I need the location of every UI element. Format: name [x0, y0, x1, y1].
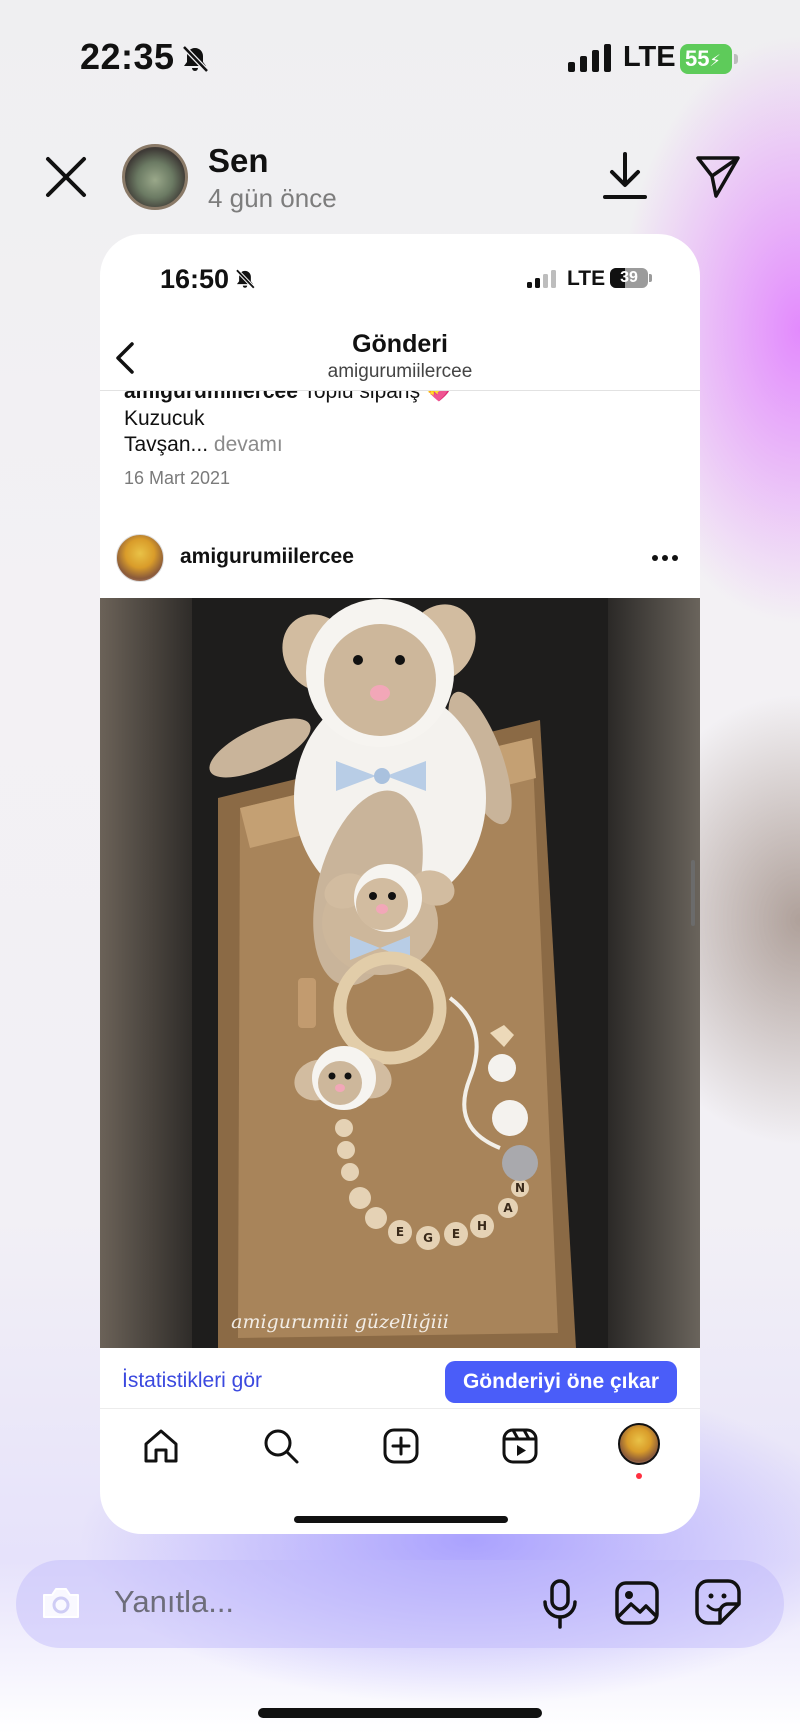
caption-line: Kuzucuk — [124, 407, 205, 430]
send-icon[interactable] — [694, 152, 742, 200]
scroll-indicator — [691, 860, 695, 926]
gallery-icon[interactable] — [614, 1580, 660, 1626]
microphone-icon[interactable] — [540, 1578, 580, 1630]
battery-level: 55 — [685, 46, 710, 71]
bead-letter: N — [515, 1181, 525, 1195]
shared-post-card[interactable]: 16:50 LTE 39 Gönderi amigurumiilercee am… — [100, 234, 700, 1534]
caption-text: Toplu sipariş 💝 — [303, 391, 453, 403]
caption-username[interactable]: amigurumiilercee — [124, 391, 298, 403]
boost-post-button[interactable]: Gönderiyi öne çıkar — [445, 1361, 677, 1403]
page-subtitle: amigurumiilercee — [327, 361, 473, 382]
view-insights-link[interactable]: İstatistikleri gör — [122, 1369, 262, 1393]
avatar[interactable] — [116, 534, 164, 582]
signal-icon — [527, 270, 556, 288]
status-time: 22:35 — [80, 36, 175, 77]
bead-letter: G — [423, 1231, 433, 1245]
bead-letter: E — [396, 1225, 404, 1239]
profile-avatar[interactable] — [618, 1423, 660, 1465]
home-indicator — [258, 1708, 542, 1718]
inner-status-time: 16:50 — [160, 264, 230, 294]
battery-level: 39 — [620, 269, 638, 286]
battery-icon: 55⚡ — [680, 44, 738, 74]
post-username[interactable]: amigurumiilercee — [180, 545, 354, 569]
bead-letter: H — [477, 1219, 487, 1233]
network-type: LTE — [567, 267, 606, 290]
download-icon[interactable] — [602, 152, 648, 202]
story-owner-name[interactable]: Sen — [208, 142, 269, 180]
battery-icon: 39 — [610, 268, 652, 288]
create-icon[interactable] — [381, 1426, 421, 1466]
bead-letter: A — [503, 1201, 513, 1215]
caption-line: Tavşan... devamı — [124, 433, 283, 457]
more-link[interactable]: devamı — [214, 433, 283, 456]
reply-input[interactable]: Yanıtla... — [114, 1584, 234, 1620]
page-title: Gönderi — [352, 330, 448, 358]
silent-bell-icon — [182, 45, 209, 73]
post-date: 16 Mart 2021 — [124, 468, 231, 488]
post-image[interactable]: E G E H A N amigurumiii güzelliğiii — [100, 598, 700, 1348]
image-watermark: amigurumiii güzelliğiii — [231, 1311, 449, 1333]
close-icon[interactable] — [44, 155, 88, 199]
sticker-icon[interactable] — [694, 1578, 742, 1626]
caption-line-text: Tavşan... — [124, 433, 209, 456]
bead-letter: E — [452, 1227, 460, 1241]
divider — [100, 1408, 700, 1409]
more-options-icon[interactable] — [650, 552, 680, 564]
network-type: LTE — [623, 41, 676, 73]
signal-icon — [568, 44, 611, 72]
notification-dot — [636, 1473, 642, 1479]
home-indicator — [294, 1516, 508, 1523]
home-icon[interactable] — [141, 1426, 181, 1466]
story-time: 4 gün önce — [208, 183, 337, 213]
reels-icon[interactable] — [500, 1426, 540, 1466]
silent-bell-icon — [235, 268, 256, 290]
search-icon[interactable] — [261, 1426, 301, 1466]
camera-icon[interactable] — [40, 1585, 82, 1621]
avatar[interactable] — [122, 144, 188, 210]
